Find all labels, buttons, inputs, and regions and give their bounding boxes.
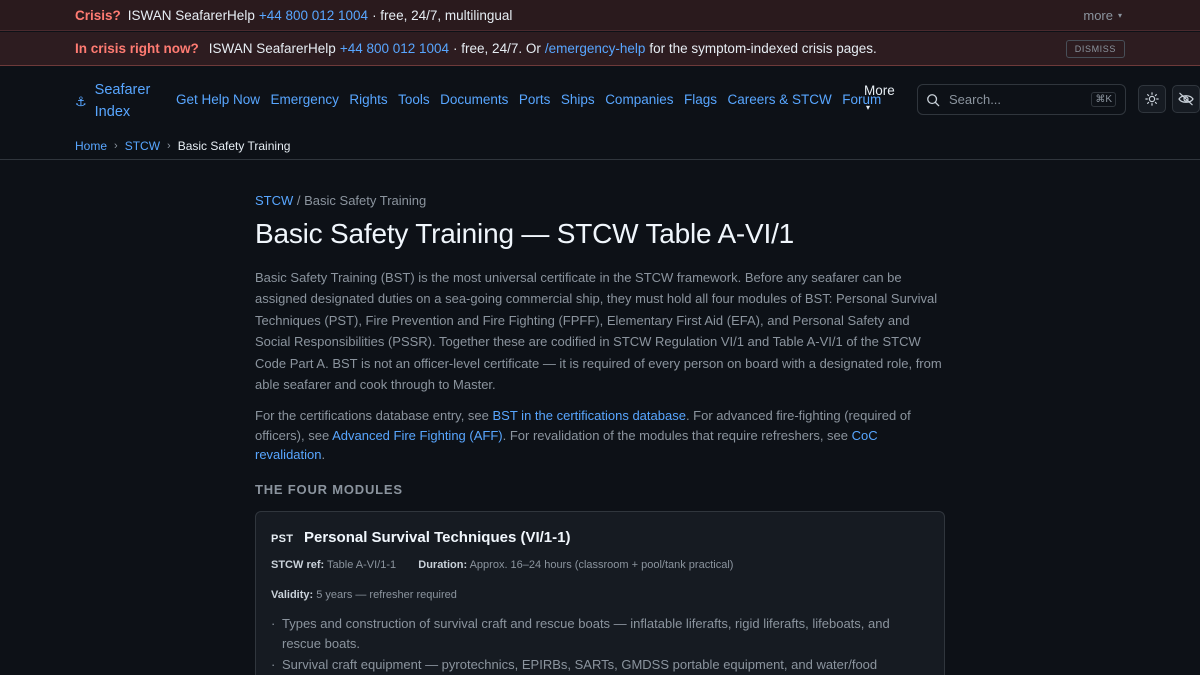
nav-item-documents[interactable]: Documents (440, 92, 508, 107)
crisis-tail: · free, 24/7, multilingual (372, 7, 513, 23)
brand-logo-link[interactable]: ⚓ Seafarer Index (75, 79, 155, 123)
crisis-label: Crisis? (75, 7, 121, 23)
section-heading: THE FOUR MODULES (255, 482, 403, 497)
crisis-banner-phone-link[interactable]: +44 800 012 1004 (340, 41, 449, 56)
dismiss-button[interactable]: DISMISS (1065, 40, 1125, 58)
nav-item-ships[interactable]: Ships (561, 92, 595, 107)
page-title: Basic Safety Training — STCW Table A-VI/… (255, 218, 795, 249)
bst-database-link[interactable]: BST in the certifications database (493, 408, 686, 423)
breadcrumb: Home › STCW › Basic Safety Training (0, 133, 1200, 160)
search-icon (927, 93, 940, 106)
crisis-banner-label: In crisis right now? (75, 41, 199, 56)
list-item: Survival craft equipment — pyrotechnics,… (271, 655, 911, 675)
nav-item-companies[interactable]: Companies (605, 92, 673, 107)
xref-text-3: . For revalidation of the modules that r… (502, 427, 849, 443)
nav-item-get-help-now[interactable]: Get Help Now (176, 92, 260, 107)
chevron-down-icon: ▾ (1117, 11, 1122, 20)
nav-item-tools[interactable]: Tools (398, 92, 430, 107)
theme-toggle-button[interactable] (1138, 85, 1166, 113)
site-header: ⚓ Seafarer Index Get Help Now Emergency … (0, 67, 1200, 133)
page-crumb-rest: / Basic Safety Training (296, 193, 427, 208)
sun-icon (1145, 92, 1159, 106)
eye-off-icon (1178, 92, 1194, 106)
breadcrumb-stcw-link[interactable]: STCW (125, 139, 160, 153)
crisis-more-toggle[interactable]: more ▾ (1083, 8, 1122, 23)
crisis-banner-org: ISWAN SeafarerHelp (208, 41, 336, 56)
validity-value: 5 years — refresher required (316, 589, 457, 601)
brand-name-line2: Index (94, 104, 131, 120)
main-nav: Get Help Now Emergency Rights Tools Docu… (176, 92, 892, 107)
page-crumb-stcw-link[interactable]: STCW (255, 193, 293, 208)
nav-item-emergency[interactable]: Emergency (271, 92, 339, 107)
chevron-down-icon: ▾ (866, 103, 871, 112)
hide-button[interactable] (1172, 85, 1200, 113)
nav-item-flags[interactable]: Flags (684, 92, 717, 107)
crisis-org: ISWAN SeafarerHelp (127, 7, 255, 23)
validity-label: Validity: (271, 589, 314, 601)
ref-value: Table A-VI/1-1 (327, 559, 397, 571)
module-card-pst: PST Personal Survival Techniques (VI/1-1… (255, 511, 945, 675)
module-topic-list: Types and construction of survival craft… (271, 614, 911, 675)
aff-link[interactable]: Advanced Fire Fighting (AFF) (332, 428, 503, 443)
chevron-right-icon: › (167, 140, 171, 152)
search-shortcut-hint: ⌘K (1091, 92, 1116, 107)
nav-item-careers-stcw[interactable]: Careers & STCW (728, 92, 832, 107)
list-item: Types and construction of survival craft… (271, 614, 911, 653)
breadcrumb-home-link[interactable]: Home (75, 139, 107, 153)
crisis-banner-mid: · free, 24/7. Or (453, 41, 541, 56)
nav-more-label: More (864, 83, 895, 98)
duration-value: Approx. 16–24 hours (classroom + pool/ta… (469, 559, 734, 571)
ref-label: STCW ref: (271, 559, 325, 571)
crisis-phone-link[interactable]: +44 800 012 1004 (259, 8, 368, 23)
duration-label: Duration: (418, 559, 468, 571)
module-code-badge: PST (271, 533, 294, 545)
emergency-help-link[interactable]: /emergency-help (545, 41, 646, 56)
crisis-banner: In crisis right now? ISWAN SeafarerHelp … (0, 32, 1200, 66)
module-meta-ref-duration: STCW ref: Table A-VI/1-1 Duration: Appro… (271, 559, 733, 571)
brand-name: Seafarer Index (95, 79, 155, 123)
crisis-more-label: more (1083, 8, 1113, 23)
search-input[interactable] (949, 92, 1089, 107)
nav-more-dropdown[interactable]: More ▾ (864, 82, 895, 116)
page-crumb: STCW / Basic Safety Training (255, 193, 426, 208)
intro-paragraph: Basic Safety Training (BST) is the most … (255, 270, 942, 393)
xref-text-4: . (321, 447, 326, 462)
module-meta-validity: Validity: 5 years — refresher required (271, 589, 457, 601)
module-title: Personal Survival Techniques (VI/1-1) (304, 529, 571, 546)
anchor-icon: ⚓ (75, 94, 87, 109)
cross-reference-paragraph: For the certifications database entry, s… (255, 406, 945, 465)
search-box[interactable]: ⌘K (917, 84, 1126, 115)
xref-text-1: For the certifications database entry, s… (255, 408, 489, 423)
chevron-right-icon: › (114, 140, 118, 152)
brand-name-line1: Seafarer (94, 82, 151, 98)
nav-item-rights[interactable]: Rights (349, 92, 387, 107)
crisis-strip: Crisis? ISWAN SeafarerHelp +44 800 012 1… (0, 0, 1200, 31)
breadcrumb-current: Basic Safety Training (177, 139, 291, 153)
nav-item-ports[interactable]: Ports (519, 92, 551, 107)
crisis-banner-tail: for the symptom-indexed crisis pages. (649, 41, 877, 56)
